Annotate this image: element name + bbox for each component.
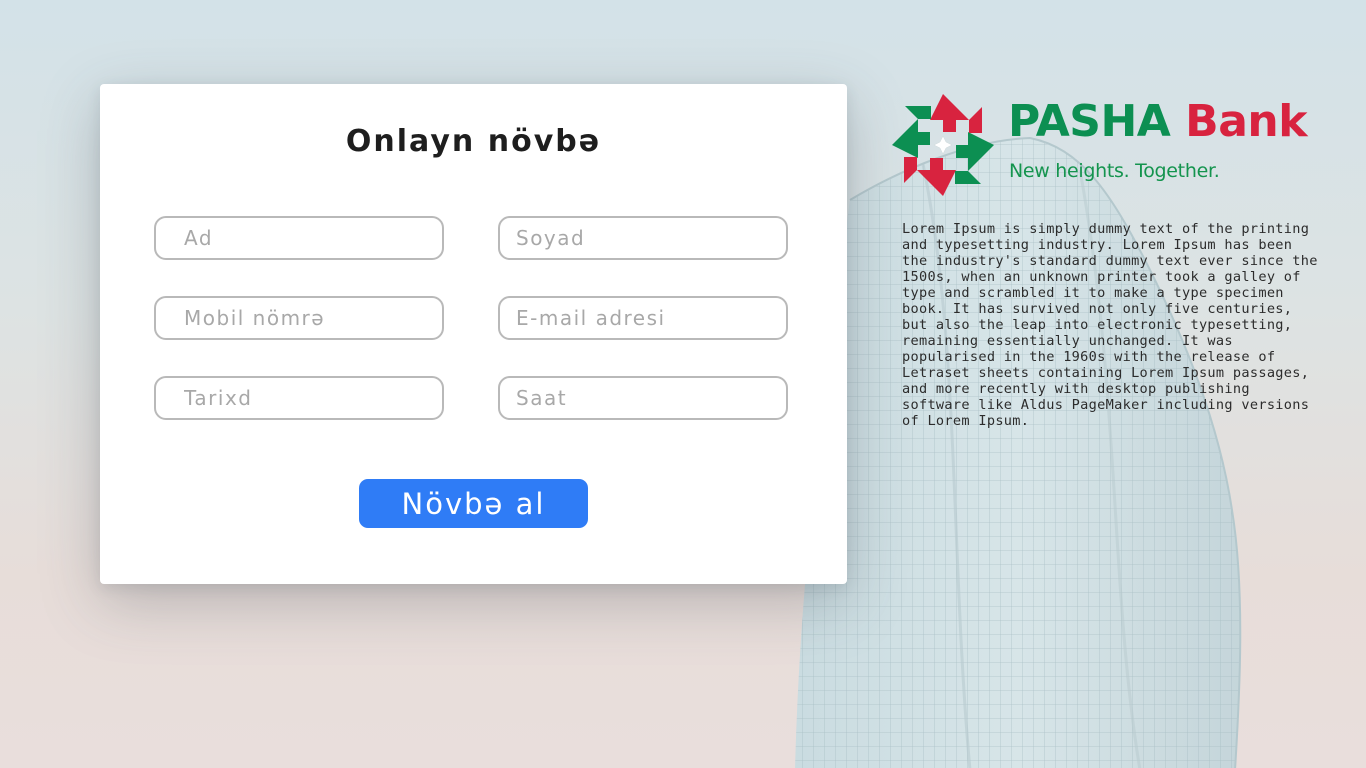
brand-name-pasha: PASHA bbox=[1008, 96, 1171, 147]
brand-header: PASHA Bank New heights. Together. bbox=[890, 92, 1350, 202]
last-name-input[interactable] bbox=[498, 216, 788, 260]
page: Onlayn növbə Növbə al bbox=[0, 0, 1366, 768]
email-input[interactable] bbox=[498, 296, 788, 340]
date-input[interactable] bbox=[154, 376, 444, 420]
brand-tagline: New heights. Together. bbox=[1009, 160, 1220, 182]
brand-name: PASHA Bank bbox=[1008, 96, 1307, 148]
time-input[interactable] bbox=[498, 376, 788, 420]
pasha-bank-logo-icon bbox=[892, 94, 994, 196]
brand-name-bank: Bank bbox=[1185, 96, 1307, 147]
online-queue-form-card: Onlayn növbə Növbə al bbox=[100, 84, 847, 584]
description-text: Lorem Ipsum is simply dummy text of the … bbox=[902, 221, 1318, 429]
form-title: Onlayn növbə bbox=[345, 124, 602, 159]
get-queue-button[interactable]: Növbə al bbox=[359, 479, 588, 528]
phone-input[interactable] bbox=[154, 296, 444, 340]
first-name-input[interactable] bbox=[154, 216, 444, 260]
